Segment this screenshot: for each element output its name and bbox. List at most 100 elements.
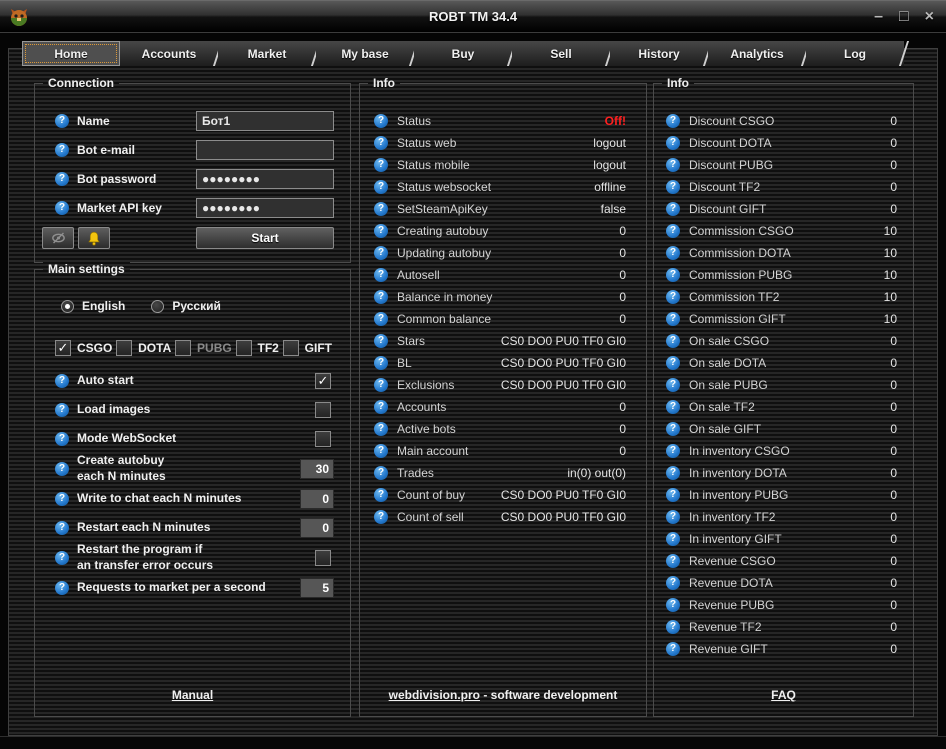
help-icon[interactable]: ? bbox=[666, 444, 680, 458]
help-icon[interactable]: ? bbox=[666, 312, 680, 326]
help-icon[interactable]: ? bbox=[55, 114, 69, 128]
field-label: Name bbox=[77, 114, 110, 128]
help-icon[interactable]: ? bbox=[374, 312, 388, 326]
game-label: PUBG bbox=[197, 341, 232, 355]
help-icon[interactable]: ? bbox=[666, 114, 680, 128]
info-label: On sale TF2 bbox=[689, 400, 755, 414]
hide-password-button[interactable] bbox=[42, 227, 74, 249]
info-label: Revenue CSGO bbox=[689, 554, 776, 568]
help-icon[interactable]: ? bbox=[666, 158, 680, 172]
start-button[interactable]: Start bbox=[196, 227, 334, 249]
help-icon[interactable]: ? bbox=[374, 224, 388, 238]
help-icon[interactable]: ? bbox=[666, 246, 680, 260]
help-icon[interactable]: ? bbox=[666, 356, 680, 370]
number-input[interactable]: 30 bbox=[300, 459, 334, 479]
help-icon[interactable]: ? bbox=[374, 268, 388, 282]
help-icon[interactable]: ? bbox=[666, 488, 680, 502]
help-icon[interactable]: ? bbox=[666, 598, 680, 612]
help-icon[interactable]: ? bbox=[55, 172, 69, 186]
help-icon[interactable]: ? bbox=[666, 620, 680, 634]
help-icon[interactable]: ? bbox=[666, 466, 680, 480]
tab[interactable]: Buy bbox=[414, 41, 512, 66]
help-icon[interactable]: ? bbox=[55, 403, 69, 417]
help-icon[interactable]: ? bbox=[374, 290, 388, 304]
help-icon[interactable]: ? bbox=[666, 180, 680, 194]
help-icon[interactable]: ? bbox=[55, 492, 69, 506]
minimize-icon[interactable]: – bbox=[874, 5, 883, 29]
help-icon[interactable]: ? bbox=[374, 136, 388, 150]
help-icon[interactable]: ? bbox=[666, 136, 680, 150]
tab[interactable]: Analytics bbox=[708, 41, 806, 66]
help-icon[interactable]: ? bbox=[374, 158, 388, 172]
help-icon[interactable]: ? bbox=[374, 356, 388, 370]
help-icon[interactable]: ? bbox=[374, 422, 388, 436]
info-row: ? Commission PUBG 10 bbox=[654, 264, 913, 286]
language-radio-option[interactable]: Русский bbox=[151, 299, 221, 313]
checkbox[interactable]: ✓ bbox=[315, 550, 331, 566]
text-input[interactable] bbox=[196, 111, 334, 131]
tab[interactable]: My base bbox=[316, 41, 414, 66]
checkbox[interactable]: ✓ bbox=[315, 431, 331, 447]
help-icon[interactable]: ? bbox=[374, 114, 388, 128]
close-icon[interactable]: × bbox=[925, 5, 934, 29]
help-icon[interactable]: ? bbox=[374, 488, 388, 502]
help-icon[interactable]: ? bbox=[55, 462, 69, 476]
help-icon[interactable]: ? bbox=[666, 642, 680, 656]
help-icon[interactable]: ? bbox=[374, 378, 388, 392]
text-input[interactable] bbox=[196, 140, 334, 160]
help-icon[interactable]: ? bbox=[666, 510, 680, 524]
game-checkbox-option[interactable]: ✓ GIFT bbox=[283, 340, 332, 356]
tab[interactable]: Sell bbox=[512, 41, 610, 66]
checkbox[interactable]: ✓ bbox=[315, 373, 331, 389]
game-checkbox-option[interactable]: ✓ TF2 bbox=[236, 340, 279, 356]
help-icon[interactable]: ? bbox=[55, 521, 69, 535]
help-icon[interactable]: ? bbox=[374, 466, 388, 480]
help-icon[interactable]: ? bbox=[55, 201, 69, 215]
language-radio-option[interactable]: English bbox=[61, 299, 125, 313]
game-checkbox-option[interactable]: ✓ CSGO bbox=[55, 340, 112, 356]
help-icon[interactable]: ? bbox=[666, 334, 680, 348]
help-icon[interactable]: ? bbox=[374, 180, 388, 194]
help-icon[interactable]: ? bbox=[666, 290, 680, 304]
help-icon[interactable]: ? bbox=[666, 400, 680, 414]
checkbox[interactable]: ✓ bbox=[315, 402, 331, 418]
help-icon[interactable]: ? bbox=[374, 246, 388, 260]
notification-bell-button[interactable] bbox=[78, 227, 110, 249]
text-input[interactable] bbox=[196, 198, 334, 218]
tab[interactable]: Log bbox=[806, 41, 904, 66]
help-icon[interactable]: ? bbox=[666, 202, 680, 216]
faq-link[interactable]: FAQ bbox=[771, 688, 796, 702]
help-icon[interactable]: ? bbox=[55, 374, 69, 388]
developer-site-link[interactable]: webdivision.pro bbox=[389, 688, 480, 702]
help-icon[interactable]: ? bbox=[374, 510, 388, 524]
number-input[interactable]: 5 bbox=[300, 578, 334, 598]
help-icon[interactable]: ? bbox=[666, 576, 680, 590]
info-value: CS0 DO0 PU0 TF0 GI0 bbox=[501, 510, 626, 524]
tab[interactable]: Market bbox=[218, 41, 316, 66]
help-icon[interactable]: ? bbox=[666, 268, 680, 282]
help-icon[interactable]: ? bbox=[55, 581, 69, 595]
help-icon[interactable]: ? bbox=[666, 378, 680, 392]
help-icon[interactable]: ? bbox=[374, 444, 388, 458]
text-input[interactable] bbox=[196, 169, 334, 189]
game-checkbox-option[interactable]: ✓ PUBG bbox=[175, 340, 232, 356]
number-input[interactable]: 0 bbox=[300, 518, 334, 538]
help-icon[interactable]: ? bbox=[374, 400, 388, 414]
tab[interactable]: Home bbox=[22, 41, 120, 66]
maximize-icon[interactable]: □ bbox=[899, 5, 909, 29]
help-icon[interactable]: ? bbox=[55, 143, 69, 157]
help-icon[interactable]: ? bbox=[666, 532, 680, 546]
tab[interactable]: Accounts bbox=[120, 41, 218, 66]
help-icon[interactable]: ? bbox=[374, 334, 388, 348]
eye-off-icon bbox=[50, 231, 67, 245]
help-icon[interactable]: ? bbox=[55, 551, 69, 565]
game-checkbox-option[interactable]: ✓ DOTA bbox=[116, 340, 171, 356]
tab[interactable]: History bbox=[610, 41, 708, 66]
number-input[interactable]: 0 bbox=[300, 489, 334, 509]
help-icon[interactable]: ? bbox=[666, 224, 680, 238]
help-icon[interactable]: ? bbox=[374, 202, 388, 216]
help-icon[interactable]: ? bbox=[55, 432, 69, 446]
manual-link[interactable]: Manual bbox=[172, 688, 213, 702]
help-icon[interactable]: ? bbox=[666, 422, 680, 436]
help-icon[interactable]: ? bbox=[666, 554, 680, 568]
